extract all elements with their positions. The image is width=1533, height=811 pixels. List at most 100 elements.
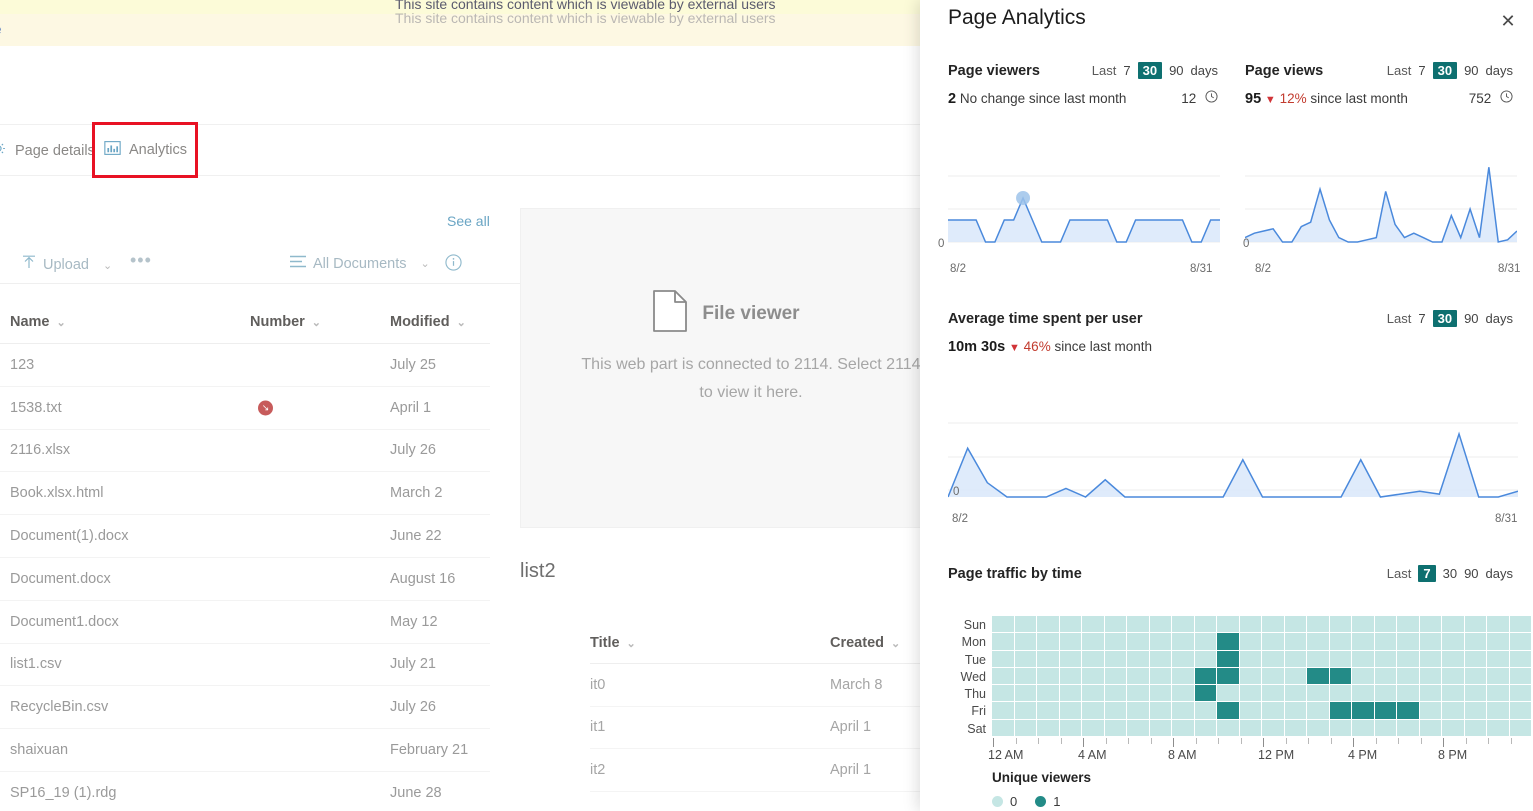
heatmap-cell[interactable] [1149,702,1171,719]
heatmap-cell[interactable] [1397,685,1419,702]
heatmap-cell[interactable] [1194,702,1216,719]
heatmap-cell[interactable] [1487,616,1509,633]
heatmap-cell[interactable] [1307,633,1329,650]
heatmap-cell[interactable] [1037,616,1059,633]
heatmap-cell[interactable] [1217,616,1239,633]
heatmap-cell[interactable] [1127,685,1149,702]
heatmap-cell[interactable] [1082,650,1104,667]
heatmap-cell[interactable] [1239,719,1261,737]
heatmap-cell[interactable] [1014,702,1036,719]
heatmap-cell[interactable] [1262,633,1284,650]
heatmap-cell[interactable] [1487,650,1509,667]
heatmap-cell[interactable] [1059,685,1081,702]
heatmap-cell[interactable] [1487,702,1509,719]
heatmap-cell[interactable] [1352,616,1374,633]
heatmap-cell[interactable] [1217,650,1239,667]
heatmap-cell[interactable] [1149,616,1171,633]
heatmap-cell[interactable] [1329,667,1351,685]
heatmap-cell[interactable] [1037,685,1059,702]
heatmap-cell[interactable] [1104,616,1126,633]
range-option-90[interactable]: 90 [1464,63,1478,78]
heatmap-cell[interactable] [1374,719,1396,737]
heatmap-cell[interactable] [1509,667,1531,685]
banner-link[interactable]: ge [0,21,2,37]
heatmap-cell[interactable] [1397,633,1419,650]
heatmap-cell[interactable] [1464,685,1486,702]
heatmap-cell[interactable] [1509,719,1531,737]
overflow-menu-button[interactable]: ••• [130,250,152,271]
heatmap-cell[interactable] [1127,633,1149,650]
heatmap-cell[interactable] [1239,702,1261,719]
heatmap-cell[interactable] [1262,719,1284,737]
heatmap-cell[interactable] [1329,719,1351,737]
heatmap-cell[interactable] [1014,633,1036,650]
heatmap-cell[interactable] [1104,667,1126,685]
heatmap-cell[interactable] [1014,650,1036,667]
table-row[interactable]: 123 July 25 [0,344,490,387]
heatmap-cell[interactable] [1037,667,1059,685]
heatmap-cell[interactable] [1082,685,1104,702]
heatmap-cell[interactable] [1487,633,1509,650]
heatmap-cell[interactable] [1352,667,1374,685]
heatmap-cell[interactable] [1037,633,1059,650]
column-header-name[interactable]: Name ⌄ [0,314,250,330]
heatmap-cell[interactable] [1059,667,1081,685]
table-row[interactable]: Document(1).docx June 22 [0,515,490,558]
heatmap-cell[interactable] [1082,719,1104,737]
table-row[interactable]: Document.docx August 16 [0,558,490,601]
heatmap-cell[interactable] [1442,650,1464,667]
heatmap-cell[interactable] [1127,702,1149,719]
heatmap-cell[interactable] [1442,633,1464,650]
heatmap-cell[interactable] [1172,616,1194,633]
page-traffic-heatmap[interactable] [992,616,1532,737]
heatmap-cell[interactable] [1329,702,1351,719]
heatmap-cell[interactable] [1442,719,1464,737]
heatmap-cell[interactable] [1262,685,1284,702]
heatmap-cell[interactable] [1419,650,1441,667]
heatmap-cell[interactable] [1374,650,1396,667]
heatmap-cell[interactable] [1464,616,1486,633]
heatmap-cell[interactable] [1419,685,1441,702]
heatmap-cell[interactable] [1149,667,1171,685]
range-option-30[interactable]: 30 [1443,566,1457,581]
heatmap-cell[interactable] [1397,650,1419,667]
heatmap-cell[interactable] [1374,616,1396,633]
column-header-title[interactable]: Title ⌄ [590,635,830,651]
heatmap-cell[interactable] [1149,685,1171,702]
heatmap-cell[interactable] [1509,702,1531,719]
heatmap-cell[interactable] [1127,616,1149,633]
heatmap-cell[interactable] [1509,616,1531,633]
heatmap-cell[interactable] [1397,616,1419,633]
range-option-7[interactable]: 7 [1123,63,1130,78]
heatmap-cell[interactable] [1284,650,1306,667]
heatmap-cell[interactable] [1037,719,1059,737]
heatmap-cell[interactable] [1442,667,1464,685]
heatmap-cell[interactable] [1419,702,1441,719]
heatmap-cell[interactable] [992,685,1014,702]
heatmap-cell[interactable] [1059,702,1081,719]
list-item[interactable]: it0 March 8 [590,664,950,707]
heatmap-cell[interactable] [1014,685,1036,702]
heatmap-cell[interactable] [1329,685,1351,702]
heatmap-cell[interactable] [1284,702,1306,719]
heatmap-cell[interactable] [1149,633,1171,650]
close-icon[interactable]: ✕ [1495,8,1521,34]
heatmap-cell[interactable] [1464,719,1486,737]
heatmap-cell[interactable] [1104,719,1126,737]
heatmap-cell[interactable] [1239,650,1261,667]
heatmap-cell[interactable] [1082,616,1104,633]
heatmap-cell[interactable] [1059,616,1081,633]
heatmap-cell[interactable] [1059,650,1081,667]
list-item[interactable]: it2 April 1 [590,749,950,792]
heatmap-cell[interactable] [1442,702,1464,719]
heatmap-cell[interactable] [1217,702,1239,719]
heatmap-cell[interactable] [1487,719,1509,737]
table-row[interactable]: RecycleBin.csv July 26 [0,686,490,730]
heatmap-cell[interactable] [1149,650,1171,667]
heatmap-cell[interactable] [1284,719,1306,737]
heatmap-cell[interactable] [1082,667,1104,685]
heatmap-cell[interactable] [1464,667,1486,685]
heatmap-cell[interactable] [1082,702,1104,719]
heatmap-cell[interactable] [1352,719,1374,737]
heatmap-cell[interactable] [1082,633,1104,650]
